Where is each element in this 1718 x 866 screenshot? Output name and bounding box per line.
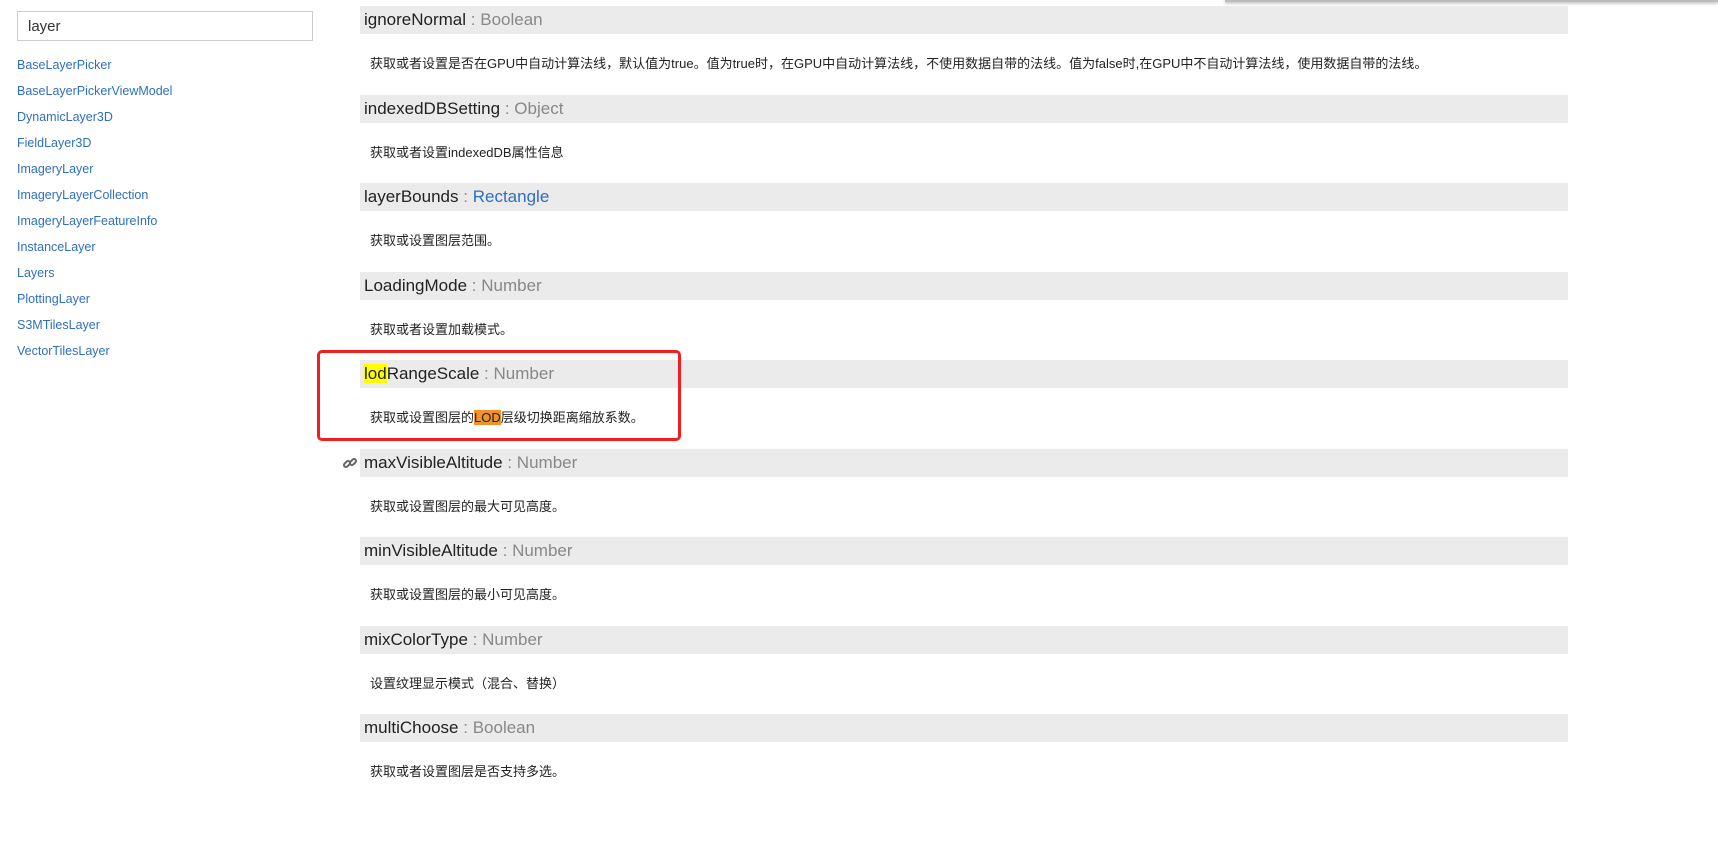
sidebar-results: BaseLayerPicker BaseLayerPickerViewModel… [17,57,172,369]
separator: : [471,276,477,295]
member-name: layerBounds [364,187,459,206]
sidebar-item[interactable]: S3MTilesLayer [17,317,172,343]
member-multi-choose: multiChoose : Boolean 获取或者设置图层是否支持多选。 [360,714,1568,780]
link-icon[interactable] [342,455,358,471]
member-name: minVisibleAltitude [364,541,498,560]
separator: : [472,630,478,649]
member-description: 获取或设置图层的最小可见高度。 [370,587,566,602]
member-type: Boolean [472,718,536,737]
member-ignore-normal: ignoreNormal : Boolean 获取或者设置是否在GPU中自动计算… [360,6,1568,72]
member-name: ignoreNormal [364,10,467,29]
member-type: Number [516,453,578,472]
member-description: 获取或者设置indexedDB属性信息 [370,145,564,160]
member-type: Number [512,541,573,560]
separator: : [470,10,476,29]
member-description: 获取或设置图层的最大可见高度。 [370,499,566,514]
separator: : [507,453,513,472]
member-type: Object [514,99,564,118]
sidebar-item[interactable]: Layers [17,265,172,291]
sidebar-item[interactable]: InstanceLayer [17,239,172,265]
member-description: 获取或者设置加载模式。 [370,322,514,337]
member-name: multiChoose [364,718,459,737]
member-type: Number [482,630,543,649]
member-mix-color-type: mixColorType : Number 设置纹理显示模式（混合、替换） [360,626,1568,692]
separator: : [463,718,468,737]
member-type: Number [481,276,542,295]
annotation-box [317,350,681,441]
sidebar-item[interactable]: VectorTilesLayer [17,343,172,369]
member-indexeddb-setting: indexedDBSetting : Object 获取或者设置indexedD… [360,95,1568,161]
member-name: LoadingMode [364,276,468,295]
sidebar-item[interactable]: PlottingLayer [17,291,172,317]
member-type: Boolean [480,10,543,29]
sidebar-item[interactable]: ImageryLayerCollection [17,187,172,213]
member-layer-bounds: layerBounds : Rectangle 获取或设置图层范围。 [360,183,1568,249]
member-name: mixColorType [364,630,468,649]
sidebar-item[interactable]: ImageryLayerFeatureInfo [17,213,172,239]
member-description: 设置纹理显示模式（混合、替换） [370,676,566,691]
separator: : [504,99,510,118]
member-description: 获取或者设置图层是否支持多选。 [370,764,566,779]
sidebar-item[interactable]: BaseLayerPickerViewModel [17,83,172,109]
member-name: indexedDBSetting [364,99,501,118]
member-min-visible-altitude: minVisibleAltitude : Number 获取或设置图层的最小可见… [360,537,1568,603]
separator: : [502,541,508,560]
member-type-link[interactable]: Rectangle [473,187,550,206]
separator: : [463,187,468,206]
member-name: maxVisibleAltitude [364,453,503,472]
window-shadow [1225,0,1718,2]
member-max-visible-altitude: maxVisibleAltitude : Number 获取或设置图层的最大可见… [342,449,1568,515]
sidebar-item[interactable]: BaseLayerPicker [17,57,172,83]
member-loading-mode: LoadingMode : Number 获取或者设置加载模式。 [360,272,1568,338]
search-input[interactable] [17,11,313,41]
sidebar-item[interactable]: ImageryLayer [17,161,172,187]
member-description: 获取或者设置是否在GPU中自动计算法线，默认值为true。值为true时，在GP… [370,56,1428,71]
sidebar-item[interactable]: FieldLayer3D [17,135,172,161]
member-description: 获取或设置图层范围。 [370,233,501,248]
sidebar-item[interactable]: DynamicLayer3D [17,109,172,135]
